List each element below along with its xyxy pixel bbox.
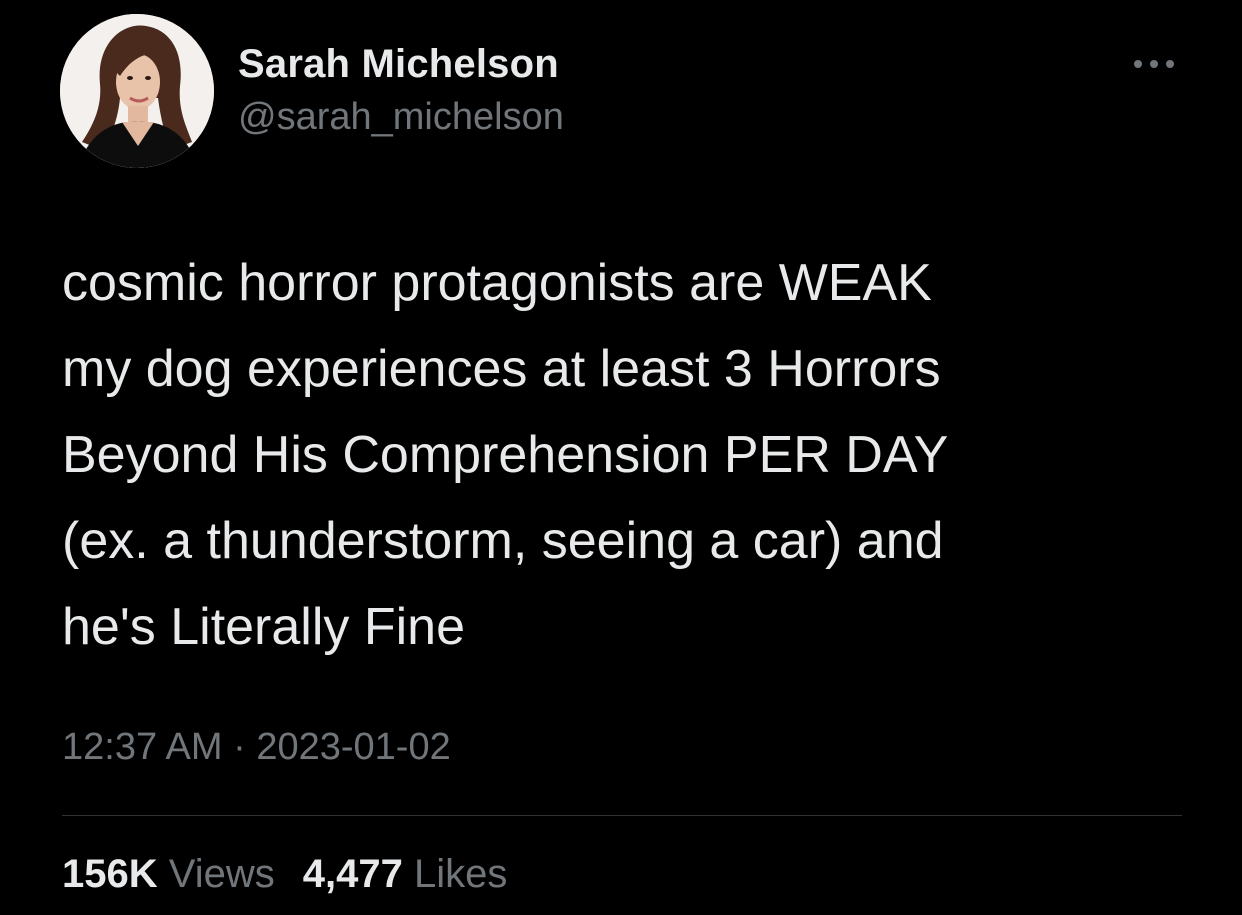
tweet-date: 2023-01-02 xyxy=(256,726,451,768)
profile-photo-icon xyxy=(60,14,214,168)
tweet-text: cosmic horror protagonists are WEAK my d… xyxy=(62,254,949,656)
tweet-time: 12:37 AM xyxy=(62,726,223,768)
avatar[interactable] xyxy=(60,14,214,168)
views-label: Views xyxy=(168,852,275,896)
ellipsis-icon xyxy=(1134,60,1174,68)
likes-count: 4,477 xyxy=(302,852,403,896)
author-display-name[interactable]: Sarah Michelson xyxy=(238,42,559,87)
tweet-timestamp[interactable]: 12:37 AM · 2023-01-02 xyxy=(62,726,451,769)
meta-separator: · xyxy=(233,726,246,768)
tweet-stats: 156K Views 4,477 Likes xyxy=(62,852,507,897)
more-options-button[interactable] xyxy=(1124,46,1184,82)
likes-stat[interactable]: 4,477 Likes xyxy=(303,852,508,897)
views-stat[interactable]: 156K Views xyxy=(62,852,275,897)
tweet-card: Sarah Michelson @sarah_michelson cosmic … xyxy=(0,0,1242,915)
likes-label: Likes xyxy=(413,852,508,896)
views-count: 156K xyxy=(62,852,158,896)
author-handle[interactable]: @sarah_michelson xyxy=(238,96,564,139)
divider xyxy=(62,815,1182,816)
